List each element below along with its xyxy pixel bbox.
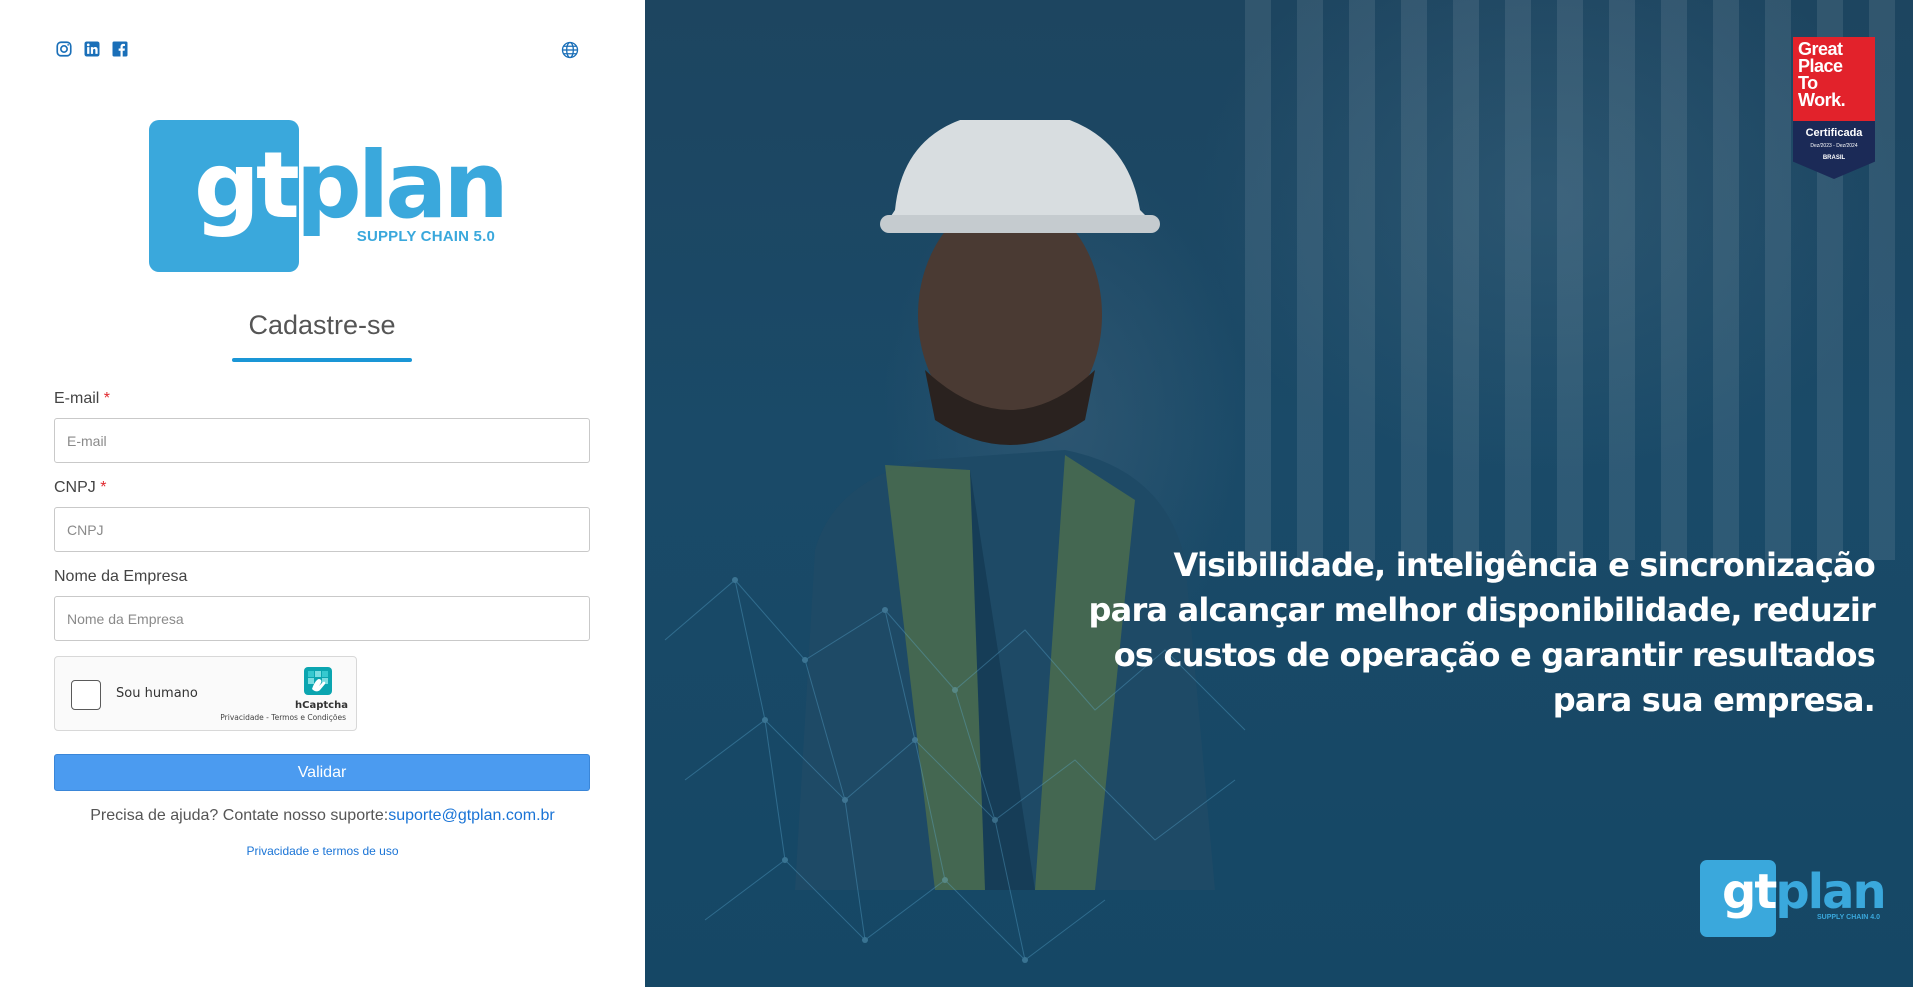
hero-panel: Great Place To Work. Certificada Dez/202… <box>645 0 1913 987</box>
linkedin-icon[interactable] <box>83 40 101 58</box>
hcaptcha-widget: Sou humano hCaptcha Privacidade - Termos… <box>54 656 357 731</box>
email-field[interactable] <box>54 418 590 463</box>
support-text: Precisa de ajuda? Contate nosso suporte:… <box>90 807 555 824</box>
cnpj-label: CNPJ * <box>54 479 107 496</box>
email-label: E-mail * <box>54 390 111 407</box>
gtplan-logo-small: gtplan SUPPLY CHAIN 4.0 <box>1700 858 1887 938</box>
tab-active-indicator <box>232 358 412 362</box>
hcaptcha-brand: hCaptcha <box>295 700 348 711</box>
facebook-icon[interactable] <box>111 40 129 58</box>
logo-subtitle: SUPPLY CHAIN 5.0 <box>356 228 495 245</box>
hcaptcha-icon <box>304 667 332 695</box>
company-name-field[interactable] <box>54 596 590 641</box>
support-email-link[interactable]: suporte@gtplan.com.br <box>388 807 555 824</box>
captcha-checkbox[interactable] <box>71 680 101 710</box>
social-links <box>55 40 129 58</box>
hcaptcha-terms-link[interactable]: Privacidade - Termos e Condições <box>220 713 346 722</box>
required-mark: * <box>100 479 107 496</box>
cnpj-field[interactable] <box>54 507 590 552</box>
tab-signup[interactable]: Cadastre-se <box>232 310 412 341</box>
hero-tagline: Visibilidade, inteligência e sincronizaç… <box>1088 546 1876 719</box>
globe-icon[interactable] <box>560 40 580 60</box>
privacy-terms-link[interactable]: Privacidade e termos de uso <box>0 844 645 858</box>
gtplan-logo: gtplan SUPPLY CHAIN 5.0 <box>149 120 509 272</box>
instagram-icon[interactable] <box>55 40 73 58</box>
signup-panel: gtplan SUPPLY CHAIN 5.0 Cadastre-se E-ma… <box>0 0 645 987</box>
logo-wordmark: gtplan <box>194 132 509 239</box>
great-place-to-work-badge: Great Place To Work. Certificada Dez/202… <box>1793 37 1875 179</box>
captcha-label: Sou humano <box>116 686 198 701</box>
required-mark: * <box>103 390 111 407</box>
company-label: Nome da Empresa <box>54 568 188 585</box>
validate-button[interactable]: Validar <box>54 754 590 791</box>
